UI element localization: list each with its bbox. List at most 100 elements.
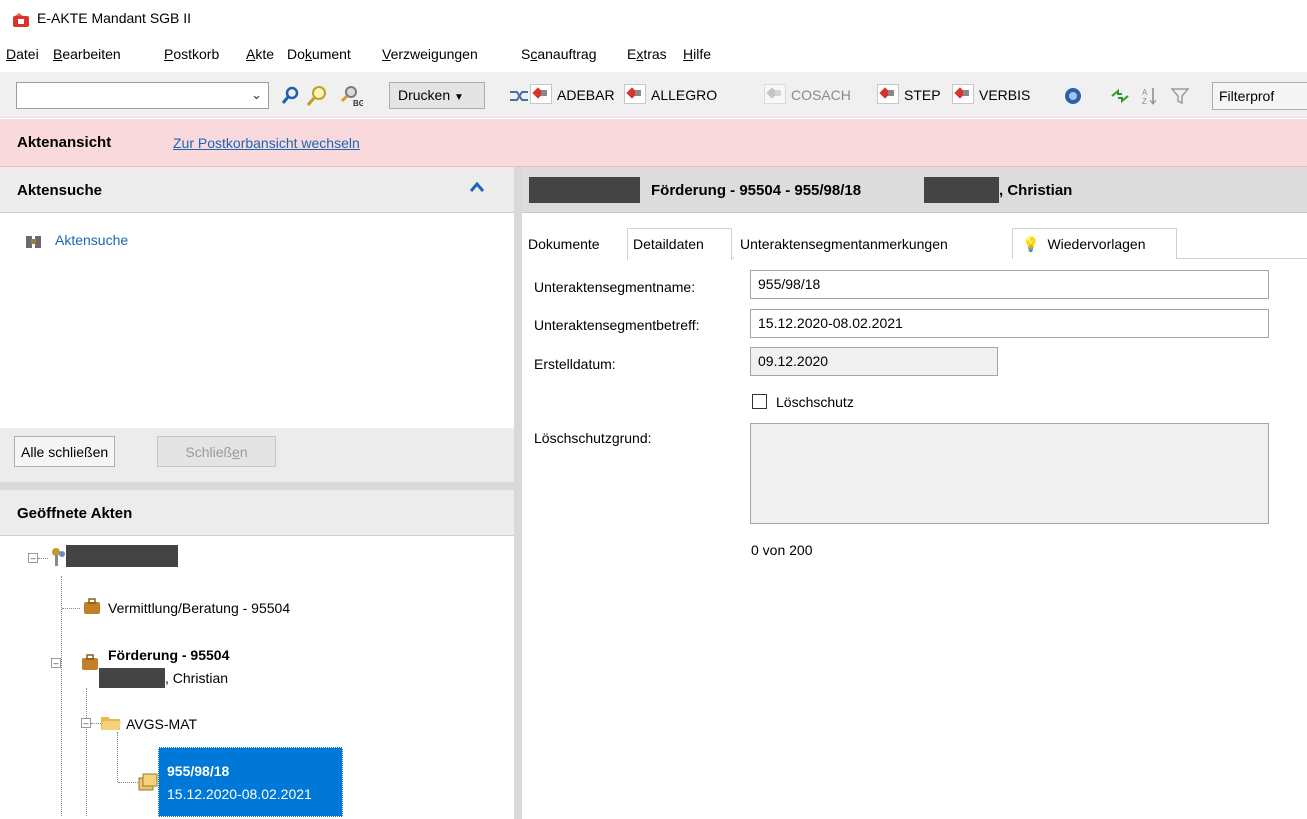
- menu-postkorb[interactable]: Postkorb: [164, 46, 219, 62]
- window-title: E-AKTE Mandant SGB II: [37, 10, 192, 26]
- tree-node-foerderung[interactable]: Förderung - 95504: [108, 647, 229, 663]
- tree-connector: [38, 558, 48, 559]
- filter-icon[interactable]: [1168, 84, 1192, 108]
- briefcase-icon: [82, 654, 98, 670]
- view-banner: Aktenansicht Zur Postkorbansicht wechsel…: [0, 119, 1307, 167]
- menu-datei-label: atei: [16, 46, 39, 62]
- binoculars-icon: [26, 236, 41, 248]
- lightbulb-icon: 💡: [1022, 236, 1040, 252]
- tree-connector: [62, 608, 80, 609]
- creation-date-label: Erstelldatum:: [534, 356, 616, 372]
- deletion-reason-label: Löschschutzgrund:: [534, 430, 652, 446]
- svg-text:Z: Z: [1142, 97, 1147, 106]
- close-all-button[interactable]: Alle schließen: [14, 436, 116, 467]
- detail-tabs: Dokumente Detaildaten Unteraktensegmenta…: [522, 228, 1307, 260]
- menu-scanauftrag-pre: S: [521, 46, 531, 62]
- toolbar: ⌄ BG Drucken ▼ ADEBAR ALLEGRO COSACH STE…: [0, 72, 1307, 118]
- search-icon[interactable]: [279, 84, 303, 108]
- documents-stack-icon: [138, 773, 158, 791]
- tree-node-vermittlung[interactable]: Vermittlung/Beratung - 95504: [108, 600, 290, 616]
- detail-header-suffix: , Christian: [999, 182, 1073, 199]
- step-button[interactable]: STEP: [904, 87, 941, 103]
- title-bar: E-AKTE Mandant SGB II: [0, 0, 1307, 42]
- tree-line: [86, 688, 87, 816]
- briefcase-icon: [84, 598, 100, 614]
- segment-name-label: Unteraktensegmentname:: [534, 279, 696, 295]
- vertical-splitter[interactable]: [514, 167, 522, 819]
- step-icon[interactable]: [877, 84, 899, 104]
- adebar-icon[interactable]: [530, 84, 552, 104]
- menu-verzweigungen-label: erzweigungen: [390, 46, 478, 62]
- refresh-arrows-icon[interactable]: [1108, 84, 1132, 108]
- adebar-button[interactable]: ADEBAR: [557, 87, 615, 103]
- redacted-name: [529, 177, 640, 203]
- menu-datei[interactable]: Datei: [6, 46, 39, 62]
- menu-extras-pre: E: [627, 46, 637, 62]
- view-title: Aktenansicht: [17, 134, 112, 151]
- open-files-header: Geöffnete Akten: [0, 490, 514, 536]
- segment-subject-field[interactable]: 15.12.2020-08.02.2021: [750, 309, 1269, 338]
- menu-akte[interactable]: Akte: [246, 46, 274, 62]
- detail-header: Förderung - 95504 - 955/98/18 , Christia…: [522, 167, 1307, 213]
- deletion-protection-checkbox[interactable]: [752, 394, 767, 409]
- close-button: Schließen: [157, 436, 276, 467]
- menu-dokument-pre: Do: [287, 46, 305, 62]
- chevron-up-icon[interactable]: [469, 181, 485, 193]
- tab-detaildaten[interactable]: Detaildaten: [627, 228, 732, 260]
- menu-dokument-mnemonic: k: [304, 46, 312, 62]
- close-button-post: n: [239, 444, 248, 460]
- svg-text:BG: BG: [353, 99, 363, 108]
- menu-bearbeiten[interactable]: Bearbeiten: [53, 46, 121, 62]
- verbis-icon[interactable]: [952, 84, 974, 104]
- keys-icon: [52, 548, 65, 566]
- menu-bar: Datei Bearbeiten Postkorb Akte Dokument …: [0, 42, 1307, 66]
- app-logo-icon: [13, 13, 29, 27]
- search-combobox[interactable]: ⌄: [16, 82, 269, 109]
- menu-extras[interactable]: Extras: [627, 46, 667, 62]
- tab-wiedervorlagen-label: Wiedervorlagen: [1047, 236, 1146, 252]
- cosach-icon[interactable]: [764, 84, 786, 104]
- redacted-name: [99, 668, 165, 688]
- menu-dokument[interactable]: Dokument: [287, 46, 351, 62]
- switch-view-link[interactable]: Zur Postkorbansicht wechseln: [173, 135, 360, 151]
- deletion-reason-textarea: [750, 423, 1269, 524]
- search-bg-icon[interactable]: BG: [339, 84, 363, 108]
- horizontal-splitter[interactable]: [0, 482, 514, 490]
- menu-scanauftrag[interactable]: Scanauftrag: [521, 46, 597, 62]
- allegro-button[interactable]: ALLEGRO: [651, 87, 717, 103]
- sort-az-icon[interactable]: AZ: [1138, 84, 1162, 108]
- tree-collapse-toggle[interactable]: –: [51, 658, 61, 668]
- tree-collapse-toggle[interactable]: –: [81, 718, 91, 728]
- menu-verzweigungen[interactable]: Verzweigungen: [382, 46, 478, 62]
- tab-dokumente[interactable]: Dokumente: [522, 228, 627, 259]
- segment-name-field[interactable]: 955/98/18: [750, 270, 1269, 299]
- menu-scanauftrag-label: anauftrag: [537, 46, 597, 62]
- tree-node-avgs-mat[interactable]: AVGS-MAT: [126, 716, 197, 732]
- menu-postkorb-mnemonic: P: [164, 46, 174, 62]
- tree-node-segment-title: 955/98/18: [167, 763, 230, 779]
- menu-hilfe[interactable]: Hilfe: [683, 46, 711, 62]
- search-panel-header[interactable]: Aktensuche: [0, 167, 514, 213]
- print-label: Drucken: [398, 87, 451, 103]
- tab-wiedervorlagen[interactable]: 💡 Wiedervorlagen: [1012, 228, 1177, 259]
- globe-icon[interactable]: [1061, 84, 1085, 108]
- allegro-icon[interactable]: [624, 84, 646, 104]
- print-dropdown-button[interactable]: Drucken ▼: [389, 82, 485, 109]
- filter-profile-button[interactable]: Filterprof: [1212, 82, 1307, 110]
- branch-icon[interactable]: [507, 84, 531, 108]
- menu-dokument-label: ument: [311, 46, 351, 62]
- search-advanced-icon[interactable]: [305, 84, 329, 108]
- cosach-button[interactable]: COSACH: [791, 87, 851, 103]
- search-panel-title: Aktensuche: [17, 182, 103, 199]
- character-counter: 0 von 200: [751, 542, 813, 558]
- close-button-mnemonic: e: [232, 444, 240, 460]
- deletion-protection-label[interactable]: Löschschutz: [776, 394, 854, 410]
- menu-akte-label: kte: [255, 46, 275, 62]
- tab-anmerkungen[interactable]: Unteraktensegmentanmerkungen: [734, 228, 1012, 259]
- tree-collapse-toggle[interactable]: –: [28, 553, 38, 563]
- open-files-title: Geöffnete Akten: [17, 505, 133, 522]
- chevron-down-icon[interactable]: ⌄: [251, 87, 262, 103]
- verbis-button[interactable]: VERBIS: [979, 87, 1030, 103]
- tree-node-selected[interactable]: 955/98/18 15.12.2020-08.02.2021: [158, 747, 343, 817]
- folder-open-icon: [101, 717, 121, 730]
